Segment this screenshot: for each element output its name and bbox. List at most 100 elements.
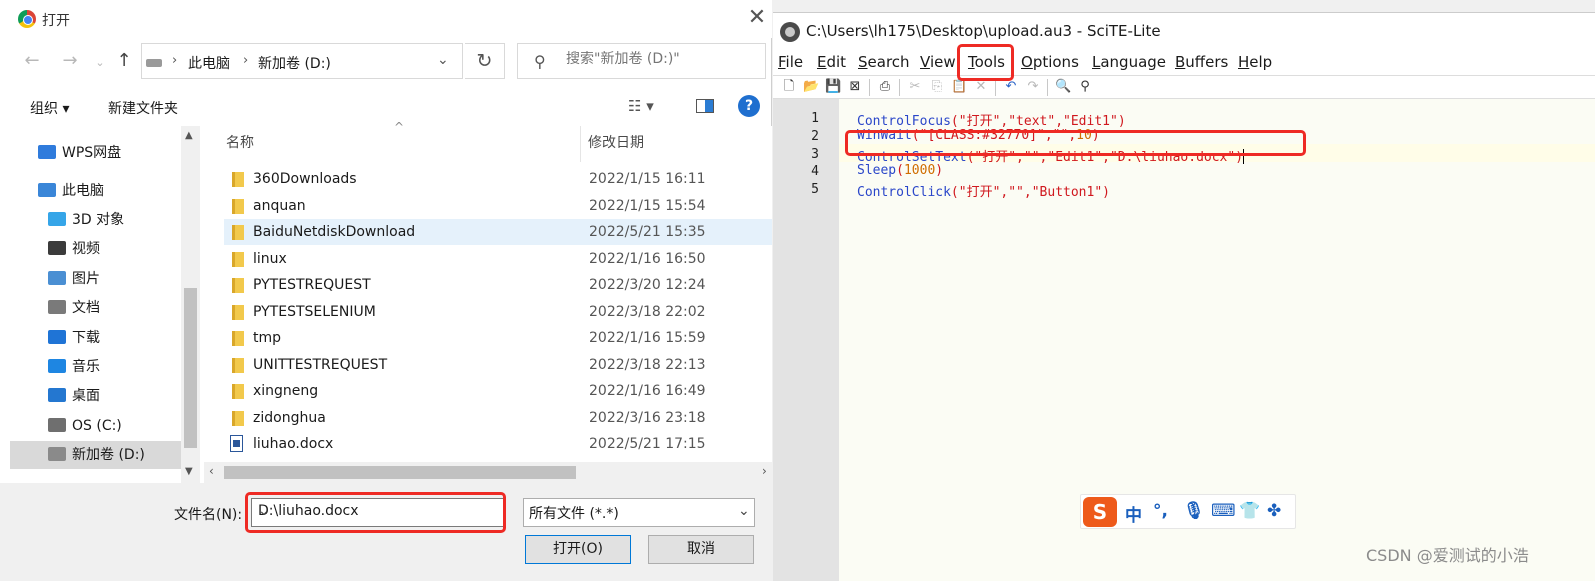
file-row[interactable]: PYTESTREQUEST 2022/3/20 12:24	[224, 272, 772, 298]
file-row[interactable]: BaiduNetdiskDownload 2022/5/21 15:35	[224, 219, 772, 245]
chevron-down-icon[interactable]: ⌄	[258, 503, 270, 519]
menu-edit[interactable]: Edit	[817, 53, 846, 71]
save-icon[interactable]: 💾	[825, 79, 841, 95]
chevron-down-icon[interactable]: ⌄	[738, 503, 750, 519]
view-options-icon[interactable]: ☷ ▾	[628, 97, 654, 115]
open-button[interactable]: 打开(O)	[525, 535, 631, 564]
breadcrumb-drive-d[interactable]: 新加卷 (D:)	[258, 53, 331, 73]
print-icon[interactable]: ⎙	[877, 79, 893, 95]
filetype-select[interactable]: 所有文件 (*.*) ⌄	[523, 498, 755, 527]
code-line[interactable]: WinWait("[CLASS:#32770]","",10)	[857, 128, 1100, 146]
filename-value[interactable]: D:\liuhao.docx	[258, 503, 359, 519]
scroll-down-icon[interactable]: ▼	[185, 466, 193, 477]
file-row[interactable]: PYTESTSELENIUM 2022/3/18 22:02	[224, 299, 772, 325]
nav-item[interactable]: 此电脑	[38, 177, 104, 205]
organize-button[interactable]: 组织 ▾	[30, 98, 69, 118]
recent-dropdown-icon[interactable]: ⌄	[88, 56, 112, 69]
cut-icon[interactable]: ✂	[907, 79, 923, 95]
nav-item[interactable]: 新加卷 (D:)	[10, 441, 181, 469]
file-row[interactable]: tmp 2022/1/16 15:59	[224, 325, 772, 351]
replace-icon[interactable]: ⚲	[1077, 79, 1093, 95]
filetype-value[interactable]: 所有文件 (*.*)	[529, 503, 619, 523]
scrollbar-thumb[interactable]	[224, 466, 576, 479]
chevron-down-icon[interactable]: ⌄	[437, 52, 449, 68]
search-input[interactable]	[566, 51, 756, 67]
redo-icon[interactable]: ↷	[1025, 79, 1041, 95]
new-folder-button[interactable]: 新建文件夹	[108, 98, 178, 118]
forward-arrow-icon[interactable]: →	[58, 50, 82, 71]
keyboard-icon[interactable]: ⌨	[1211, 501, 1236, 521]
menu-help[interactable]: Help	[1238, 53, 1272, 71]
scrollbar-thumb[interactable]	[184, 288, 197, 448]
menu-options[interactable]: Options	[1021, 53, 1079, 71]
delete-icon[interactable]: ✕	[973, 79, 989, 95]
new-file-icon[interactable]: 🗋	[781, 79, 797, 95]
ime-toolbar[interactable]: S 中 °, 🎙 ⌨ 👕 ✤	[1080, 494, 1296, 529]
file-row[interactable]: liuhao.docx 2022/5/21 17:15	[224, 431, 772, 457]
file-name: linux	[253, 250, 287, 267]
file-name: PYTESTREQUEST	[253, 277, 371, 293]
filename-input[interactable]: D:\liuhao.docx ⌄	[251, 498, 505, 527]
nav-item[interactable]: 3D 对象	[48, 206, 124, 234]
nav-item[interactable]: 视频	[48, 235, 100, 263]
search-box[interactable]: ⚲	[517, 43, 766, 79]
breadcrumb-this-pc[interactable]: 此电脑	[188, 53, 230, 73]
drive-icon	[146, 59, 162, 67]
copy-icon[interactable]: ⎘	[929, 79, 945, 95]
nav-item[interactable]: 音乐	[48, 353, 100, 381]
file-date: 2022/1/16 15:59	[589, 330, 706, 346]
menu-file[interactable]: File	[778, 53, 803, 71]
file-row[interactable]: zidonghua 2022/3/16 23:18	[224, 405, 772, 431]
skin-shirt-icon[interactable]: 👕	[1239, 501, 1260, 521]
column-divider[interactable]	[580, 126, 581, 162]
chevron-right-icon[interactable]: ›	[243, 53, 248, 68]
preview-pane-icon[interactable]	[696, 99, 714, 113]
menu-search[interactable]: Search	[858, 53, 910, 71]
file-row[interactable]: 360Downloads 2022/1/15 16:11	[224, 166, 772, 192]
address-bar[interactable]: › 此电脑 › 新加卷 (D:) ⌄	[141, 43, 463, 79]
menu-language[interactable]: Language	[1092, 53, 1166, 71]
column-header-name[interactable]: 名称	[226, 132, 254, 152]
paste-icon[interactable]: 📋	[951, 79, 967, 95]
undo-icon[interactable]: ↶	[1003, 79, 1019, 95]
scroll-up-icon[interactable]: ▲	[185, 130, 193, 141]
nav-item[interactable]: 文档	[48, 294, 100, 322]
cancel-button[interactable]: 取消	[648, 535, 754, 564]
menu-tools[interactable]: Tools	[968, 53, 1005, 71]
scroll-left-icon[interactable]: ‹	[209, 464, 214, 478]
open-folder-icon[interactable]: 📂	[803, 79, 819, 95]
sogou-logo-icon[interactable]: S	[1083, 497, 1117, 527]
find-icon[interactable]: 🔍	[1055, 79, 1071, 95]
chevron-right-icon[interactable]: ›	[172, 53, 177, 68]
microphone-icon[interactable]: 🎙	[1183, 501, 1205, 521]
file-name: tmp	[253, 330, 282, 346]
ime-chinese-mode[interactable]: 中	[1125, 501, 1142, 526]
up-arrow-icon[interactable]: ↑	[112, 50, 136, 71]
code-line[interactable]: ControlFocus("打开","text","Edit1")	[857, 110, 1126, 129]
menu-view[interactable]: View	[920, 53, 956, 71]
list-horizontal-scrollbar[interactable]: ‹ ›	[204, 462, 772, 483]
code-line[interactable]: ControlSetText("打开","","Edit1","D:\liuha…	[857, 146, 1245, 165]
help-icon[interactable]: ?	[738, 95, 760, 117]
column-header-date[interactable]: 修改日期	[588, 132, 644, 152]
code-line[interactable]: ControlClick("打开","","Button1")	[857, 181, 1110, 200]
toolbox-grid-icon[interactable]: ✤	[1267, 501, 1281, 521]
file-row[interactable]: UNITTESTREQUEST 2022/3/18 22:13	[224, 352, 772, 378]
file-row[interactable]: anquan 2022/1/15 15:54	[224, 193, 772, 219]
refresh-icon[interactable]: ↻	[465, 43, 505, 79]
scroll-right-icon[interactable]: ›	[762, 464, 767, 478]
menu-buffers[interactable]: Buffers	[1175, 53, 1228, 71]
nav-item[interactable]: WPS网盘	[38, 139, 121, 167]
punctuation-icon[interactable]: °,	[1153, 501, 1168, 521]
nav-item[interactable]: OS (C:)	[48, 412, 122, 440]
nav-item[interactable]: 桌面	[48, 382, 100, 410]
nav-item[interactable]: 下载	[48, 324, 100, 352]
close-file-icon[interactable]: ⊠	[847, 79, 863, 95]
nav-scrollbar[interactable]: ▲ ▼	[181, 126, 200, 483]
file-row[interactable]: xingneng 2022/1/16 16:49	[224, 378, 772, 404]
file-row[interactable]: linux 2022/1/16 16:50	[224, 246, 772, 272]
code-line[interactable]: Sleep(1000)	[857, 163, 943, 181]
back-arrow-icon[interactable]: ←	[20, 50, 44, 71]
close-icon[interactable]: ✕	[745, 6, 769, 30]
nav-item[interactable]: 图片	[48, 265, 100, 293]
